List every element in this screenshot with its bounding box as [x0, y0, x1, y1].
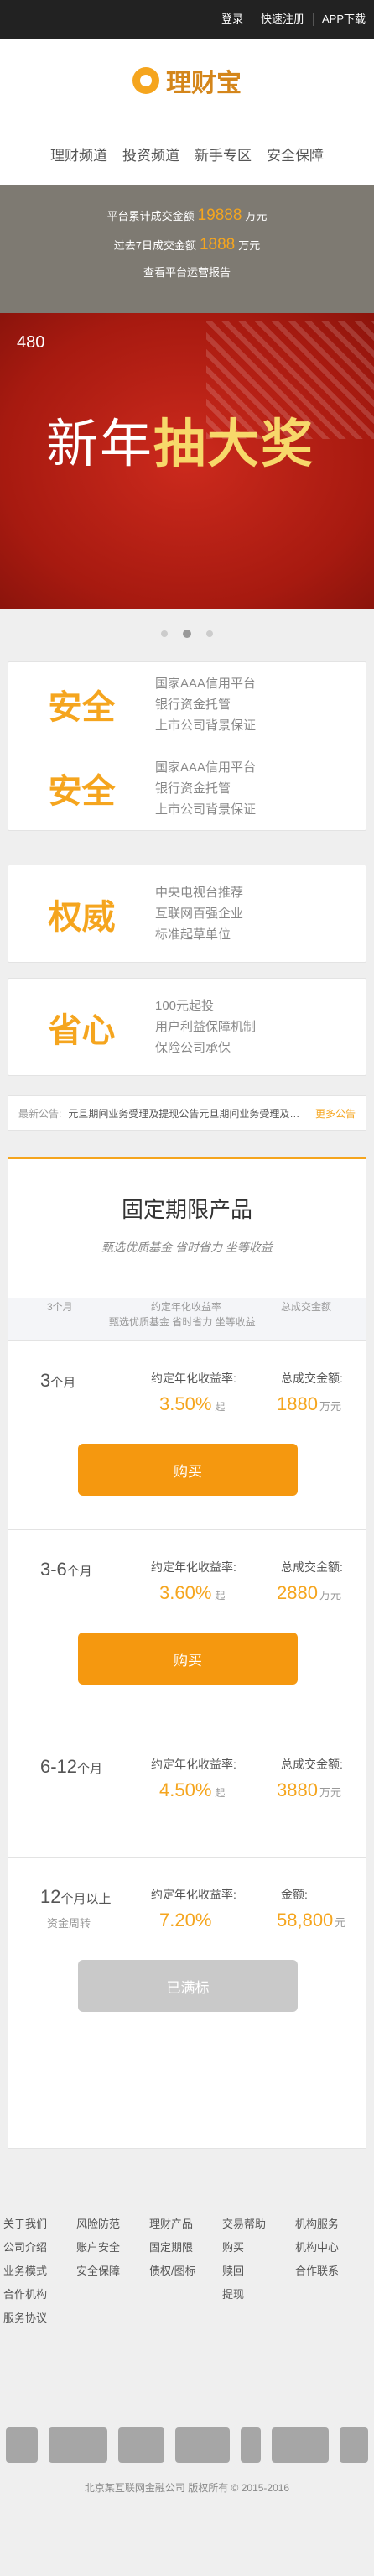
- feature-card-authority: 权威 中央电视台推荐 互联网百强企业 标准起草单位: [8, 865, 366, 963]
- sold-out-button: 已满标: [78, 1960, 298, 2012]
- product-amount: 2880 万元: [277, 1582, 341, 1603]
- notice-bar: 最新公告: 元旦期间业务受理及提现公告元旦期间业务受理及提现公告 更多公告: [8, 1095, 366, 1131]
- more-notices-link[interactable]: 更多公告: [315, 1106, 356, 1121]
- top-bar: 登录 快速注册 APP下载: [0, 0, 374, 39]
- feature-row: 安全 国家AAA信用平台 银行资金托管 上市公司背景保证: [8, 746, 366, 830]
- footer-col-about: 关于我们 公司介绍 业务模式 合作机构 服务协议: [3, 2218, 48, 2324]
- banner-count: 480: [17, 333, 45, 352]
- verisign-icon: [174, 2427, 230, 2463]
- products-header: 固定期限产品 甄选优质基金 省时省力 坐等收益: [8, 1159, 366, 1298]
- footer-col-products: 理财产品 固定期限 债权/图标: [149, 2218, 196, 2277]
- banner-title: 新年抽大奖: [46, 415, 315, 473]
- gov-badge-icon: [272, 2427, 330, 2463]
- products-subtitle: 甄选优质基金 省时省力 坐等收益: [101, 1241, 273, 1254]
- footer-links: 关于我们 公司介绍 业务模式 合作机构 服务协议 风险防范 账户安全 安全保障 …: [0, 2213, 374, 2330]
- certification-badges: [0, 2409, 374, 2480]
- footer-col-risk: 风险防范 账户安全 安全保障: [76, 2218, 121, 2277]
- product-row: 3个月 约定年化收益率: 3.50% 起 总成交金额: 1880 万元 购买: [8, 1341, 366, 1530]
- product-row: 12个月以上 资金周转 约定年化收益率: 7.20% 金额: 58,800 元 已满…: [8, 1858, 366, 2051]
- copyright: 北京某互联网金融公司 版权所有 © 2015-2016: [84, 2482, 290, 2494]
- pci-badge-icon: [48, 2427, 107, 2463]
- product-rate: 4.50% 起: [159, 1779, 226, 1800]
- product-amount: 3880 万元: [277, 1779, 341, 1800]
- notice-text[interactable]: 元旦期间业务受理及提现公告元旦期间业务受理及提现公告: [68, 1106, 307, 1121]
- carousel-dots: [0, 609, 374, 659]
- feature-row: 安全 国家AAA信用平台 银行资金托管 上市公司背景保证: [8, 662, 366, 746]
- nav-security[interactable]: 安全保障: [267, 144, 324, 165]
- login-link[interactable]: 登录: [213, 13, 252, 26]
- week-volume-value: 1888: [199, 236, 236, 253]
- products-title: 固定期限产品: [121, 1197, 252, 1222]
- total-volume: 平台累计成交金额 19888 万元: [106, 206, 268, 224]
- logo-text: 理财宝: [166, 70, 242, 97]
- carousel-dot[interactable]: [161, 630, 168, 637]
- product-term: 3个月: [40, 1370, 76, 1391]
- promo-banner[interactable]: 480 新年抽大奖: [0, 313, 374, 609]
- product-row: 3-6个月 约定年化收益率: 3.60% 起 总成交金额: 2880 万元 购买: [8, 1530, 366, 1727]
- main-nav: 理财频道 投资频道 新手专区 安全保障: [0, 123, 374, 185]
- app-download-link[interactable]: APP下载: [312, 13, 374, 26]
- feature-card-convenience: 省心 100元起投 用户利益保障机制 保险公司承保: [8, 978, 366, 1076]
- total-volume-value: 19888: [197, 206, 242, 224]
- footer-col-institution: 机构服务 机构中心 合作联系: [295, 2218, 340, 2277]
- footer-col-help: 交易帮助 购买 赎回 提现: [222, 2218, 267, 2301]
- feature-row: 省心 100元起投 用户利益保障机制 保险公司承保: [8, 979, 366, 1075]
- police-badge-icon: [340, 2427, 369, 2463]
- logo-coin-icon: [132, 67, 159, 94]
- product-amount: 58,800 元: [277, 1910, 346, 1931]
- product-row: 6-12个月 约定年化收益率: 4.50% 起 总成交金额: 3880 万元: [8, 1727, 366, 1858]
- product-amount: 1880 万元: [277, 1393, 341, 1414]
- register-link[interactable]: 快速注册: [251, 13, 313, 26]
- cert-badge-icon: [5, 2427, 38, 2463]
- sticky-header-ghost: 3个月 约定年化收益率 总成交金额 甄选优质基金 省时省力 坐等收益: [8, 1298, 366, 1341]
- shield-badge-icon: [241, 2427, 262, 2463]
- buy-button[interactable]: 购买: [78, 1633, 298, 1685]
- week-volume: 过去7日成交金额 1888 万元: [113, 236, 261, 253]
- platform-stats: 平台累计成交金额 19888 万元 过去7日成交金额 1888 万元 查看平台运营报告: [0, 185, 374, 313]
- nav-newbie[interactable]: 新手专区: [195, 144, 252, 165]
- feature-title: 权威: [48, 898, 116, 936]
- feature-title: 安全: [48, 689, 116, 726]
- notice-label: 最新公告:: [18, 1107, 62, 1120]
- product-rate: 3.50% 起: [159, 1393, 226, 1414]
- feature-title: 安全: [48, 773, 116, 810]
- carousel-dot-active[interactable]: [183, 630, 191, 638]
- product-rate: 3.60% 起: [159, 1582, 226, 1603]
- verified-by-visa-icon: [117, 2427, 164, 2463]
- product-term: 12个月以上 资金周转: [40, 1886, 112, 1930]
- carousel-dot[interactable]: [206, 630, 213, 637]
- feature-title: 省心: [48, 1011, 116, 1049]
- buy-button[interactable]: 购买: [78, 1444, 298, 1496]
- product-term: 3-6个月: [40, 1559, 92, 1580]
- products-panel: 固定期限产品 甄选优质基金 省时省力 坐等收益 3个月 约定年化收益率 总成交金…: [8, 1157, 366, 2149]
- product-rate: 7.20%: [159, 1910, 212, 1931]
- product-term: 6-12个月: [40, 1756, 103, 1777]
- operation-report-link[interactable]: 查看平台运营报告: [0, 264, 374, 280]
- logo[interactable]: 理财宝: [0, 39, 374, 123]
- feature-card-safety: 安全 国家AAA信用平台 银行资金托管 上市公司背景保证 安全 国家AAA信用平…: [8, 661, 366, 831]
- nav-finance[interactable]: 理财频道: [50, 144, 107, 165]
- feature-row: 权威 中央电视台推荐 互联网百强企业 标准起草单位: [8, 865, 366, 962]
- nav-invest[interactable]: 投资频道: [122, 144, 179, 165]
